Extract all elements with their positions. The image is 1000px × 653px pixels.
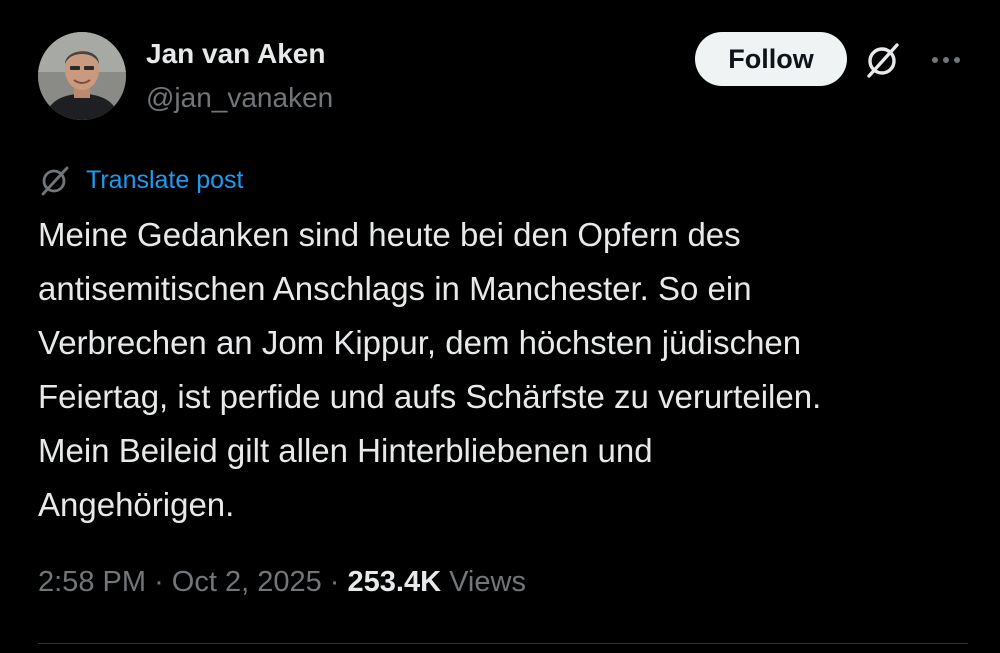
- grok-icon[interactable]: [863, 40, 903, 80]
- meta-separator: ·: [329, 566, 340, 598]
- divider: [38, 643, 968, 644]
- post-date[interactable]: Oct 2, 2025: [172, 566, 322, 598]
- post-time[interactable]: 2:58 PM: [38, 566, 146, 598]
- grok-translate-icon: [38, 163, 72, 197]
- translate-post[interactable]: Translate post: [38, 163, 243, 197]
- author-display-name[interactable]: Jan van Aken: [146, 38, 325, 70]
- meta-separator: ·: [154, 566, 164, 598]
- more-icon[interactable]: [926, 46, 966, 74]
- views-count[interactable]: 253.4K: [348, 566, 442, 598]
- author-handle[interactable]: @jan_vanaken: [146, 82, 333, 114]
- views-label: Views: [449, 566, 526, 598]
- post-text: Meine Gedanken sind heute bei den Opfern…: [38, 216, 822, 523]
- avatar-photo: [38, 32, 126, 120]
- follow-button[interactable]: Follow: [695, 32, 847, 86]
- translate-post-link[interactable]: Translate post: [86, 166, 243, 195]
- post-meta: 2:58 PM · Oct 2, 2025 · 253.4K Views: [38, 566, 526, 599]
- avatar[interactable]: [38, 32, 126, 120]
